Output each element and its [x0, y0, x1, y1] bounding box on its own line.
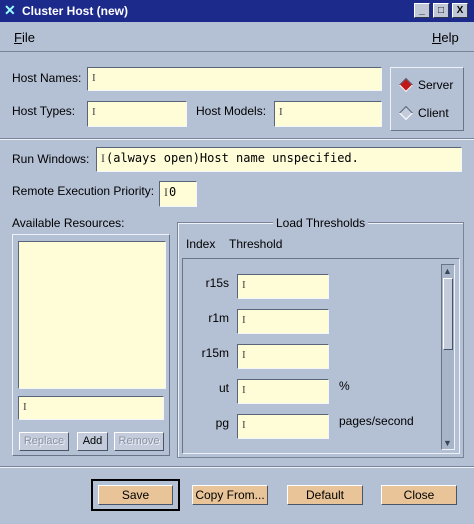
threshold-row: pg I pages/second — [186, 414, 436, 440]
threshold-unit: pages/second — [339, 414, 414, 428]
app-x-icon[interactable]: ✕ — [4, 2, 16, 19]
threshold-field-ut[interactable]: I — [237, 379, 329, 404]
host-names-field[interactable]: I — [87, 67, 382, 91]
text-caret-icon: I — [164, 185, 168, 199]
host-types-label: Host Types: — [12, 104, 76, 118]
text-caret-icon: I — [242, 314, 246, 326]
priority-label: Remote Execution Priority: — [12, 184, 155, 198]
host-types-field[interactable]: I — [87, 101, 187, 127]
menu-help[interactable]: Help — [432, 30, 459, 45]
title-bar: ✕ Cluster Host (new) _ □ X — [0, 0, 474, 22]
scroll-down-arrow-icon[interactable]: ▼ — [443, 438, 452, 448]
host-models-label: Host Models: — [196, 104, 267, 118]
radio-selected-icon — [398, 77, 414, 93]
resource-input[interactable]: I — [18, 396, 164, 420]
threshold-index: ut — [218, 381, 229, 395]
default-button[interactable]: Default — [287, 485, 363, 505]
threshold-unit: % — [339, 379, 350, 393]
threshold-row: r1m I — [186, 309, 436, 335]
run-windows-label: Run Windows: — [12, 152, 90, 166]
copy-from-button[interactable]: Copy From... — [192, 485, 268, 505]
threshold-field-r15m[interactable]: I — [237, 344, 329, 369]
server-label: Server — [418, 78, 454, 92]
threshold-header: Threshold — [229, 237, 283, 251]
text-caret-icon: I — [242, 349, 246, 361]
save-button[interactable]: Save — [98, 485, 173, 505]
client-radio[interactable]: Client — [396, 104, 462, 122]
window-title: Cluster Host (new) — [22, 4, 129, 18]
resources-list[interactable] — [18, 241, 166, 389]
menu-file[interactable]: File — [14, 30, 35, 45]
menu-bar: File Help — [0, 22, 474, 52]
replace-button[interactable]: Replace — [19, 432, 69, 451]
threshold-index: r1m — [208, 311, 229, 325]
client-label: Client — [418, 106, 449, 120]
host-names-label: Host Names: — [12, 71, 82, 85]
text-caret-icon: I — [92, 72, 96, 84]
threshold-index: pg — [215, 416, 229, 430]
server-radio[interactable]: Server — [396, 76, 462, 94]
add-button[interactable]: Add — [77, 432, 108, 451]
text-caret-icon: I — [242, 384, 246, 396]
close-window-button[interactable]: X — [452, 3, 468, 18]
text-caret-icon: I — [242, 419, 246, 431]
threshold-field-r1m[interactable]: I — [237, 309, 329, 334]
threshold-row: r15m I — [186, 344, 436, 370]
separator — [0, 138, 474, 140]
priority-field[interactable]: I0 — [159, 181, 197, 207]
scrollbar-thumb[interactable] — [443, 278, 453, 350]
host-models-field[interactable]: I — [274, 101, 382, 127]
text-caret-icon: I — [242, 279, 246, 291]
threshold-row: r15s I — [186, 274, 436, 300]
index-header: Index — [186, 237, 216, 251]
threshold-row: ut I % — [186, 379, 436, 405]
load-thresholds-title: Load Thresholds — [273, 216, 369, 230]
radio-unselected-icon — [398, 105, 414, 121]
scroll-up-arrow-icon[interactable]: ▲ — [443, 266, 452, 276]
run-windows-field[interactable]: I(always open)Host name unspecified. — [96, 147, 462, 172]
available-resources-label: Available Resources: — [12, 216, 125, 230]
remove-button[interactable]: Remove — [114, 432, 164, 451]
threshold-index: r15m — [201, 346, 229, 360]
threshold-field-pg[interactable]: I — [237, 414, 329, 439]
thresholds-scrollbar[interactable]: ▲ ▼ — [441, 264, 455, 450]
text-caret-icon: I — [101, 151, 105, 165]
text-caret-icon: I — [92, 106, 96, 118]
text-caret-icon: I — [279, 106, 283, 118]
close-button[interactable]: Close — [381, 485, 457, 505]
maximize-button[interactable]: □ — [433, 3, 449, 18]
threshold-index: r15s — [205, 276, 229, 290]
separator — [0, 466, 474, 468]
threshold-field-r15s[interactable]: I — [237, 274, 329, 299]
minimize-button[interactable]: _ — [414, 3, 430, 18]
text-caret-icon: I — [23, 401, 27, 413]
